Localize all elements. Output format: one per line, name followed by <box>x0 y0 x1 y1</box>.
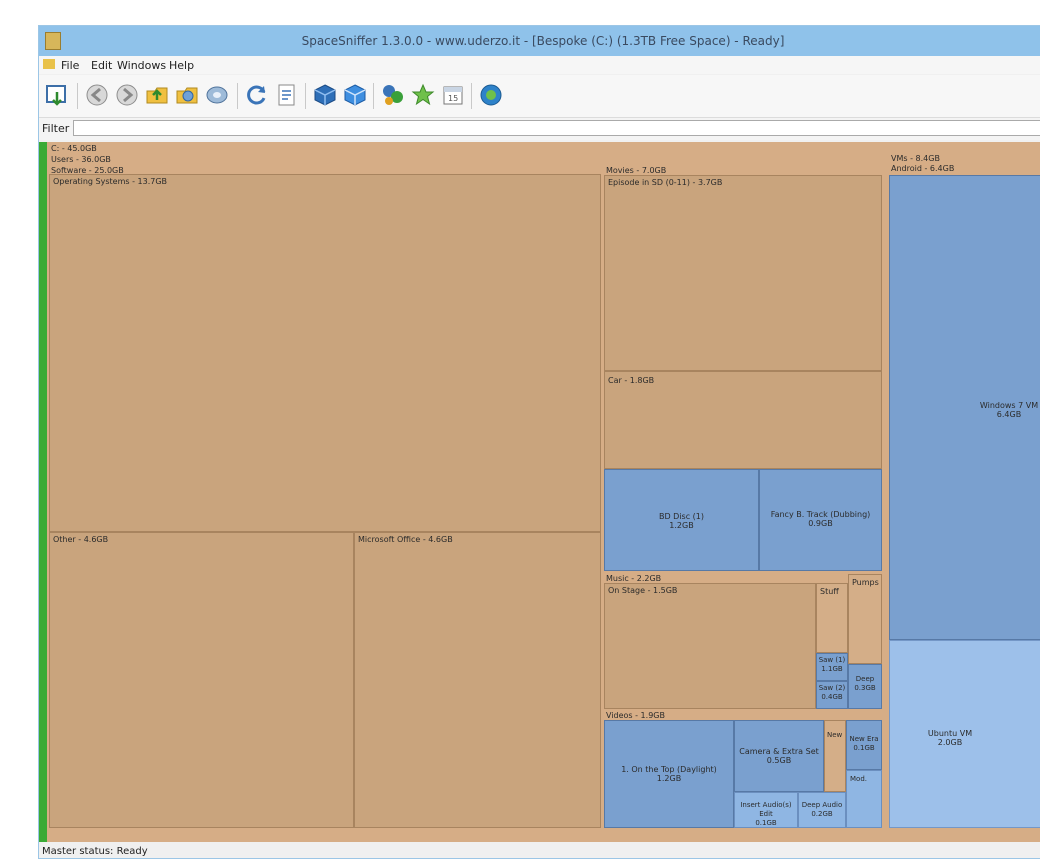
folder-label: Pumps <box>852 578 879 587</box>
treemap: C: - 45.0GB Users - 36.0GB Software - 25… <box>39 142 1040 842</box>
folder-label: Car - 1.8GB <box>608 376 655 385</box>
menu-help[interactable]: Help <box>169 59 194 72</box>
folder-episode[interactable]: Episode in SD (0-11) - 3.7GB <box>604 175 882 371</box>
folder-label: New <box>827 731 843 739</box>
folder-label: Episode in SD (0-11) - 3.7GB <box>608 178 723 187</box>
tags-icon[interactable] <box>379 81 407 109</box>
folder-new[interactable]: New <box>824 720 846 792</box>
status-bar: Master status: Ready <box>39 844 1040 858</box>
file-label: Deep 0.3GB <box>854 675 876 692</box>
app-window: SpaceSniffer 1.3.0.0 - www.uderzo.it - [… <box>38 25 1040 859</box>
folder-car[interactable]: Car - 1.8GB <box>604 371 882 469</box>
scan-progress-bar <box>39 142 47 842</box>
back-icon[interactable] <box>83 81 111 109</box>
file-label: Ubuntu VM 2.0GB <box>927 729 973 747</box>
new-scan-icon[interactable] <box>43 81 71 109</box>
file-new-era[interactable]: New Era 0.1GB <box>846 720 882 770</box>
menu-file[interactable]: File <box>61 59 79 72</box>
folder-operating-systems[interactable]: Operating Systems - 13.7GB <box>49 174 601 532</box>
filter-label: Filter <box>42 122 70 135</box>
export-icon[interactable] <box>273 81 301 109</box>
folder-stuff[interactable]: Stuff <box>816 583 848 653</box>
folder-on-stage[interactable]: On Stage - 1.5GB <box>604 583 816 709</box>
file-ubuntu-vm[interactable]: Ubuntu VM 2.0GB <box>889 640 1040 828</box>
file-label: Camera & Extra Set 0.5GB <box>739 747 819 765</box>
svg-text:15: 15 <box>448 94 458 103</box>
file-deep-audio[interactable]: Deep Audio 0.2GB <box>798 792 846 828</box>
file-camera[interactable]: Camera & Extra Set 0.5GB <box>734 720 824 792</box>
filter-input[interactable] <box>73 120 1040 136</box>
file-fancy-track[interactable]: Fancy B. Track (Dubbing) 0.9GB <box>759 469 882 571</box>
root-label: C: - 45.0GB <box>51 144 97 153</box>
box-icon[interactable] <box>311 81 339 109</box>
menu-bar: File Edit Windows Help <box>39 56 1040 74</box>
filter-bar: Filter <box>39 118 1040 140</box>
file-saw-1[interactable]: Saw (1) 1.1GB <box>816 653 848 681</box>
folder-label: Operating Systems - 13.7GB <box>53 177 168 186</box>
forward-icon[interactable] <box>113 81 141 109</box>
file-insert-audio[interactable]: Insert Audio(s) Edit 0.1GB <box>734 792 798 828</box>
calendar-icon[interactable]: 15 <box>439 81 467 109</box>
file-label: Deep Audio 0.2GB <box>801 801 843 818</box>
vm-label: VMs - 8.4GB <box>891 154 940 163</box>
file-windows7-vm[interactable]: Windows 7 VM 6.4GB <box>889 175 1040 640</box>
videos-label: Videos - 1.9GB <box>606 711 665 720</box>
folder-icon <box>43 59 55 69</box>
file-label: Insert Audio(s) Edit 0.1GB <box>740 801 792 827</box>
users-label: Users - 36.0GB <box>51 155 111 164</box>
file-label: Saw (2) 0.4GB <box>818 684 846 701</box>
menu-edit[interactable]: Edit <box>91 59 112 72</box>
folder-microsoft-office[interactable]: Microsoft Office - 4.6GB <box>354 532 601 828</box>
refresh-folder-icon[interactable] <box>173 81 201 109</box>
file-mod[interactable]: Mod. <box>846 770 882 828</box>
movies-label: Movies - 7.0GB <box>606 166 667 175</box>
menu-windows[interactable]: Windows <box>117 59 166 72</box>
file-bluray[interactable]: BD Disc (1) 1.2GB <box>604 469 759 571</box>
folder-label: Other - 4.6GB <box>53 535 109 544</box>
info-icon[interactable] <box>477 81 505 109</box>
refresh-icon[interactable] <box>243 81 271 109</box>
file-label: Saw (1) 1.1GB <box>818 656 846 673</box>
title-bar[interactable]: SpaceSniffer 1.3.0.0 - www.uderzo.it - [… <box>39 26 1040 56</box>
file-label: 1. On the Top (Daylight) 1.2GB <box>621 765 717 783</box>
file-label: Windows 7 VM 6.4GB <box>979 401 1039 419</box>
folder-label: Microsoft Office - 4.6GB <box>358 535 453 544</box>
status-text: Master status: Ready <box>42 846 148 857</box>
file-label: Mod. <box>850 775 867 783</box>
file-label: Fancy B. Track (Dubbing) 0.9GB <box>770 510 871 528</box>
toolbar: 15 <box>39 75 1040 118</box>
window-title: SpaceSniffer 1.3.0.0 - www.uderzo.it - [… <box>301 34 785 48</box>
cube-icon[interactable] <box>341 81 369 109</box>
star-icon[interactable] <box>409 81 437 109</box>
file-label: New Era 0.1GB <box>849 735 879 752</box>
file-label: BD Disc (1) 1.2GB <box>658 512 704 530</box>
disk-icon[interactable] <box>203 81 231 109</box>
folder-pumps[interactable]: Pumps <box>848 574 882 664</box>
up-folder-icon[interactable] <box>143 81 171 109</box>
folder-other[interactable]: Other - 4.6GB <box>49 532 354 828</box>
file-saw-2[interactable]: Saw (2) 0.4GB <box>816 681 848 709</box>
file-first-video[interactable]: 1. On the Top (Daylight) 1.2GB <box>604 720 734 828</box>
music-label: Music - 2.2GB <box>606 574 662 583</box>
folder-label: On Stage - 1.5GB <box>608 586 678 595</box>
vm-sub-label: Android - 6.4GB <box>891 164 955 173</box>
file-deep[interactable]: Deep 0.3GB <box>848 664 882 709</box>
folder-label: Stuff <box>820 587 839 596</box>
